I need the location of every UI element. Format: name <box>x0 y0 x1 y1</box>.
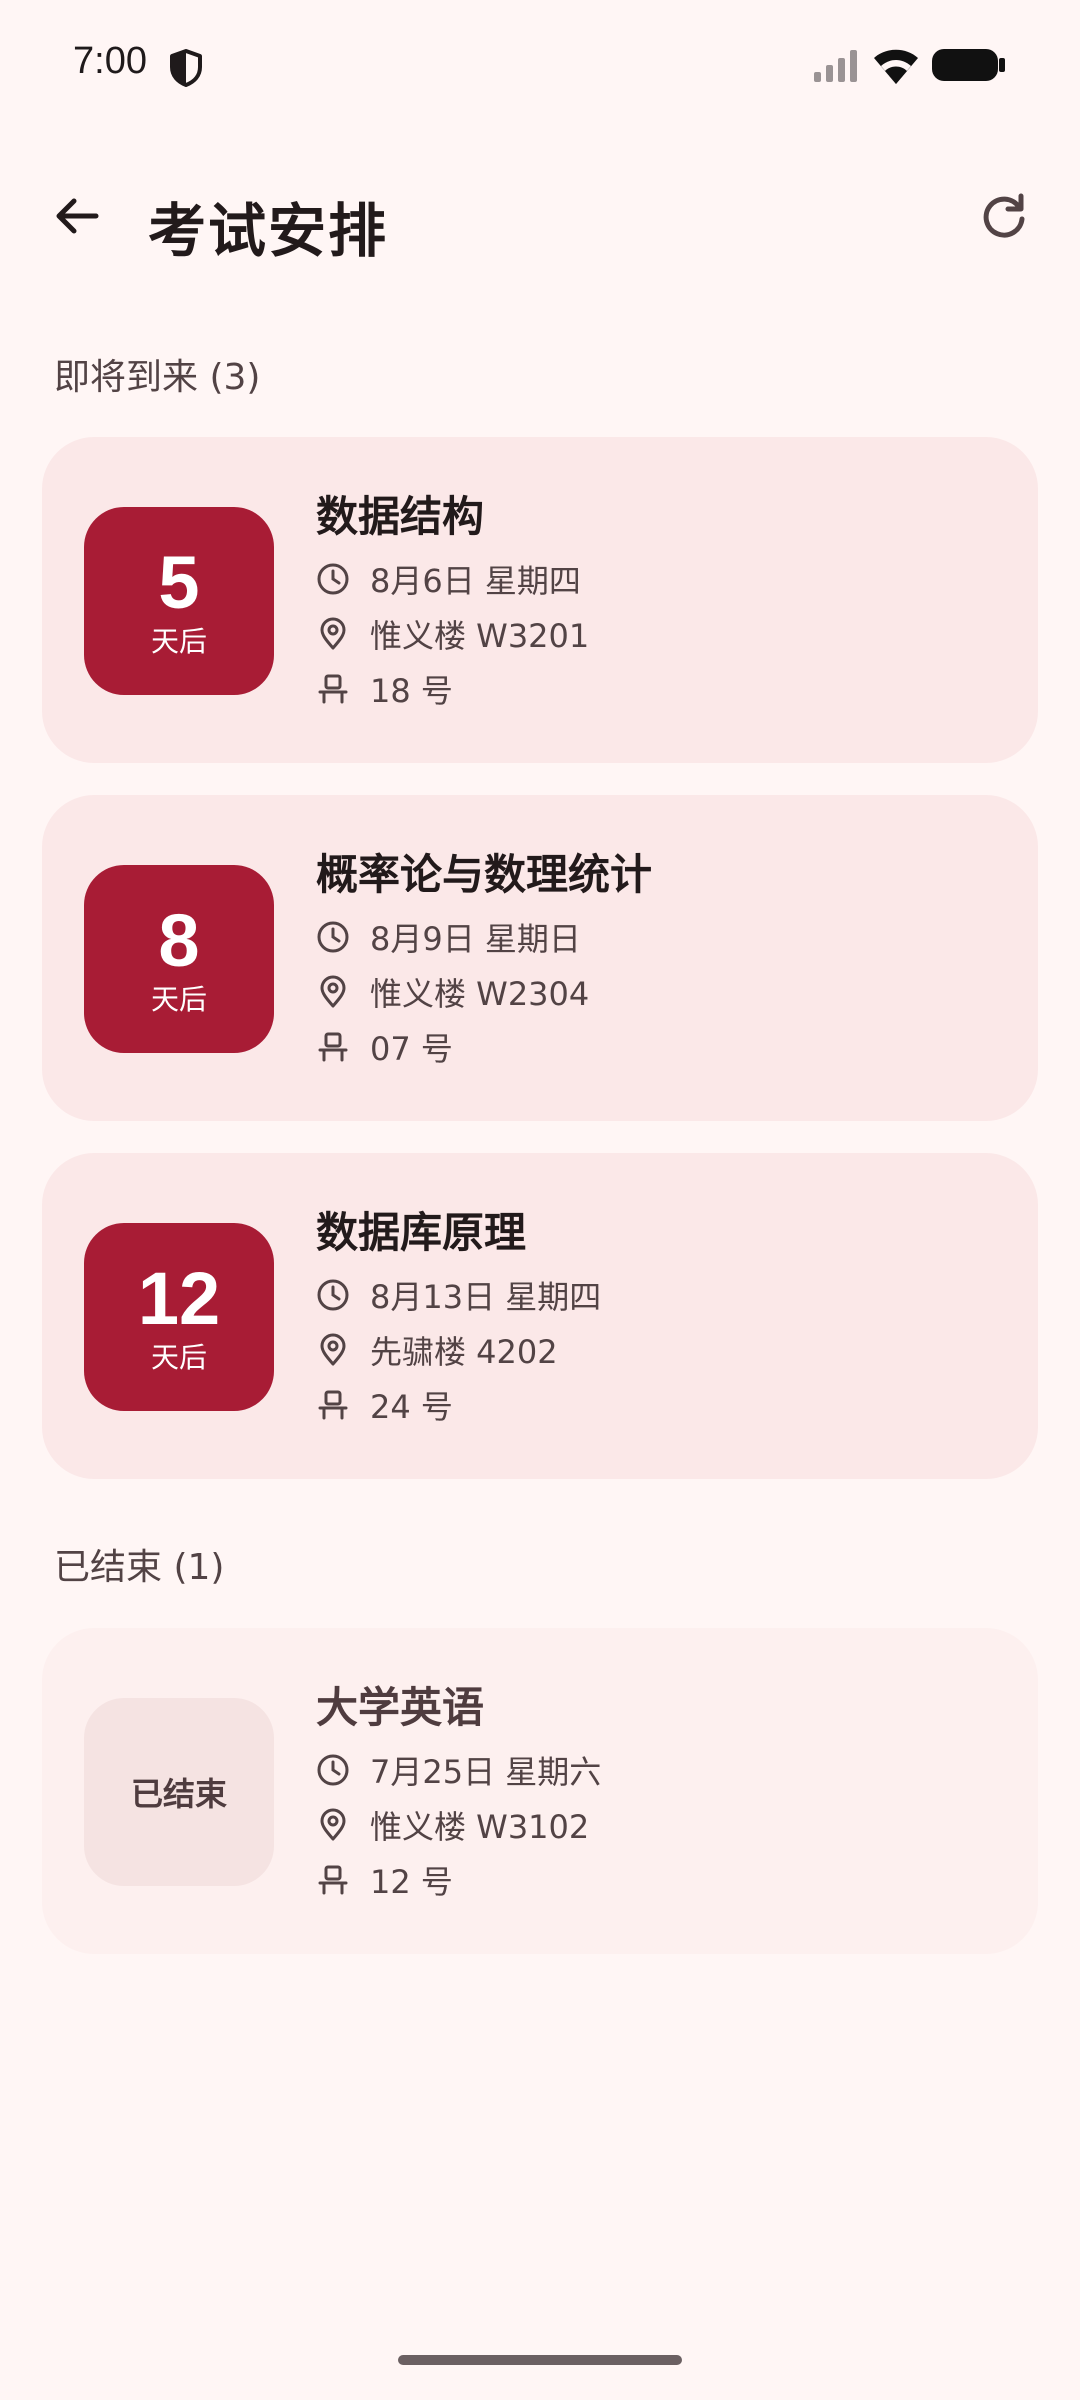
ended-status: 已结束 <box>130 1775 227 1813</box>
page-title: 考试安排 <box>148 197 389 265</box>
seat-icon <box>316 1030 350 1064</box>
exam-location-row: 惟义楼 W3201 <box>316 612 589 656</box>
exam-title: 数据结构 <box>316 492 485 541</box>
exam-date-row: 7月25日 星期六 <box>316 1748 601 1792</box>
exam-card[interactable]: 12 天后 数据库原理 8月13日 星期四 先骕楼 4202 24 号 <box>42 1153 1038 1479</box>
exam-title: 数据库原理 <box>316 1208 527 1257</box>
exam-card[interactable]: 8 天后 概率论与数理统计 8月9日 星期日 惟义楼 W2304 07 号 <box>42 795 1038 1121</box>
exam-seat-row: 12 号 <box>316 1858 453 1902</box>
exam-seat-row: 07 号 <box>316 1025 453 1069</box>
exam-date-row: 8月9日 星期日 <box>316 915 581 959</box>
exam-title: 概率论与数理统计 <box>316 850 653 899</box>
clock-icon <box>316 1753 350 1787</box>
ended-badge: 已结束 <box>84 1698 274 1886</box>
seat-icon <box>316 672 350 706</box>
exam-date: 7月25日 星期六 <box>370 1753 602 1791</box>
exam-title: 大学英语 <box>316 1683 485 1732</box>
exam-date-row: 8月13日 星期四 <box>316 1273 601 1317</box>
exam-location: 惟义楼 W3201 <box>370 617 590 655</box>
exam-seat: 24 号 <box>370 1388 453 1426</box>
exam-location-row: 惟义楼 W2304 <box>316 970 589 1014</box>
section-header-ended: 已结束 (1) <box>54 1547 225 1588</box>
refresh-icon <box>979 191 1029 245</box>
exam-date-row: 8月6日 星期四 <box>316 557 581 601</box>
exam-card-ended[interactable]: 已结束 大学英语 7月25日 星期六 惟义楼 W3102 12 号 <box>42 1628 1038 1954</box>
days-badge: 12 天后 <box>84 1223 274 1411</box>
section-header-upcoming: 即将到来 (3) <box>54 357 261 398</box>
app-bar: 考试安排 <box>0 150 1080 290</box>
back-button[interactable] <box>40 182 112 254</box>
exam-location: 先骕楼 4202 <box>370 1333 558 1371</box>
exam-date: 8月6日 星期四 <box>370 562 581 600</box>
home-indicator[interactable] <box>398 2355 682 2365</box>
exam-seat: 18 号 <box>370 672 453 710</box>
exam-seat-row: 24 号 <box>316 1383 453 1427</box>
exam-date: 8月13日 星期四 <box>370 1278 602 1316</box>
clock-icon <box>316 562 350 596</box>
exam-date: 8月9日 星期日 <box>370 920 581 958</box>
days-badge: 5 天后 <box>84 507 274 695</box>
shield-icon <box>168 48 204 88</box>
location-pin-icon <box>316 975 350 1009</box>
exam-seat: 07 号 <box>370 1030 453 1068</box>
days-unit: 天后 <box>150 1341 207 1374</box>
days-count: 8 <box>158 899 200 982</box>
location-pin-icon <box>316 617 350 651</box>
days-unit: 天后 <box>150 625 207 658</box>
exam-location: 惟义楼 W2304 <box>370 975 590 1013</box>
status-time: 7:00 <box>73 40 147 82</box>
clock-icon <box>316 1278 350 1312</box>
location-pin-icon <box>316 1333 350 1367</box>
exam-seat: 12 号 <box>370 1863 453 1901</box>
seat-icon <box>316 1863 350 1897</box>
battery-icon <box>932 48 1008 82</box>
cell-signal-icon <box>812 48 862 84</box>
seat-icon <box>316 1388 350 1422</box>
location-pin-icon <box>316 1808 350 1842</box>
clock-icon <box>316 920 350 954</box>
arrow-back-icon <box>52 192 100 244</box>
exam-location-row: 先骕楼 4202 <box>316 1328 558 1372</box>
days-count: 12 <box>137 1257 221 1340</box>
exam-seat-row: 18 号 <box>316 667 453 711</box>
exam-card[interactable]: 5 天后 数据结构 8月6日 星期四 惟义楼 W3201 18 号 <box>42 437 1038 763</box>
days-unit: 天后 <box>150 983 207 1016</box>
days-badge: 8 天后 <box>84 865 274 1053</box>
status-bar: 7:00 <box>0 0 1080 130</box>
exam-location: 惟义楼 W3102 <box>370 1808 590 1846</box>
refresh-button[interactable] <box>968 182 1040 254</box>
exam-location-row: 惟义楼 W3102 <box>316 1803 589 1847</box>
days-count: 5 <box>158 541 200 624</box>
wifi-icon <box>872 46 920 86</box>
